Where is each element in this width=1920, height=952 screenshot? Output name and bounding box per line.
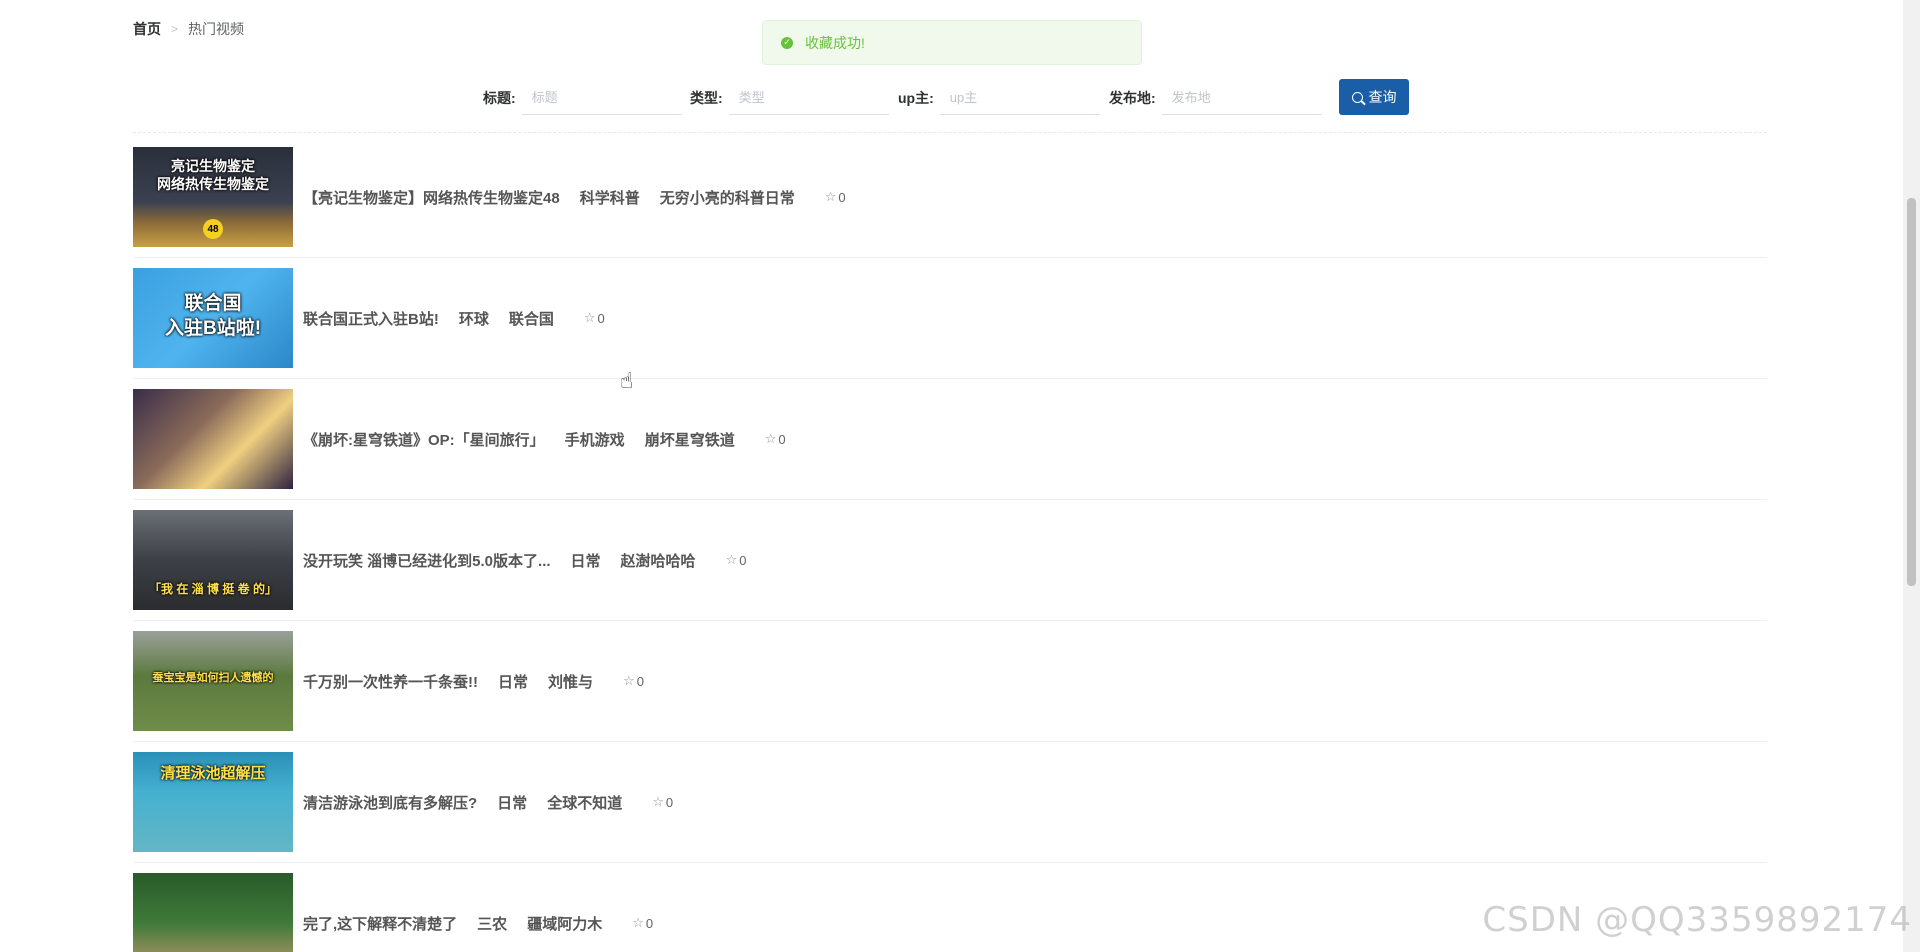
breadcrumb-home[interactable]: 首页 <box>133 19 161 39</box>
video-thumbnail[interactable] <box>133 873 293 952</box>
video-meta: 【亮记生物鉴定】网络热传生物鉴定48 科学科普 无穷小亮的科普日常 ☆ 0 <box>303 187 846 208</box>
video-title[interactable]: 千万别一次性养一千条蚕!! <box>303 671 478 692</box>
title-label: 标题: <box>483 90 516 106</box>
favorite-count: 0 <box>739 552 747 568</box>
type-field: 类型: <box>690 79 889 117</box>
video-type: 手机游戏 <box>564 431 625 449</box>
star-icon: ☆ <box>583 310 596 325</box>
hand-cursor-icon: ☝ <box>620 368 634 393</box>
favorite-count: 0 <box>838 189 846 205</box>
place-input[interactable] <box>1161 81 1322 115</box>
favorite-button[interactable]: ☆ 0 <box>652 794 673 810</box>
video-uploader: 刘惟与 <box>548 673 594 691</box>
thumbnail-caption: 「我 在 淄 博 挺 卷 的」 <box>148 582 277 596</box>
video-title[interactable]: 完了,这下解释不清楚了 <box>303 913 457 934</box>
star-icon: ☆ <box>725 552 738 567</box>
divider <box>133 132 1767 133</box>
breadcrumb-current: 热门视频 <box>188 21 245 37</box>
title-field: 标题: <box>483 79 682 117</box>
favorite-button[interactable]: ☆ 0 <box>825 189 846 205</box>
video-meta: 联合国正式入驻B站! 环球 联合国 ☆ 0 <box>303 308 605 329</box>
video-thumbnail[interactable]: 清理泳池超解压 <box>133 752 293 852</box>
breadcrumb: 首页 > 热门视频 <box>133 19 244 39</box>
query-button-label: 查询 <box>1368 89 1397 105</box>
up-label: up主: <box>898 90 934 106</box>
video-type: 日常 <box>498 673 529 691</box>
video-meta: 《崩坏:星穹铁道》OP:「星间旅行」 手机游戏 崩坏星穹铁道 ☆ 0 <box>303 429 786 450</box>
video-uploader: 崩坏星穹铁道 <box>644 431 735 449</box>
video-title[interactable]: 没开玩笑 淄博已经进化到5.0版本了... <box>303 550 551 571</box>
star-icon: ☆ <box>652 794 664 809</box>
up-input[interactable] <box>939 81 1100 115</box>
video-uploader: 联合国 <box>508 310 554 328</box>
favorite-button[interactable]: ☆ 0 <box>623 673 644 689</box>
video-meta: 千万别一次性养一千条蚕!! 日常 刘惟与 ☆ 0 <box>303 671 644 692</box>
title-input[interactable] <box>521 81 682 115</box>
type-input[interactable] <box>728 81 889 115</box>
video-list: 亮记生物鉴定 网络热传生物鉴定 48 【亮记生物鉴定】网络热传生物鉴定48 科学科… <box>133 137 1767 952</box>
video-thumbnail[interactable]: 蚕宝宝是如何扫人遗憾的 <box>133 631 293 731</box>
scrollbar-thumb[interactable] <box>1907 198 1916 586</box>
video-type: 三农 <box>477 915 508 933</box>
page: 首页 > 热门视频 ✓ 收藏成功! 标题: 类型: up主: 发布地: 查询 <box>0 0 1920 952</box>
star-icon: ☆ <box>824 189 837 204</box>
vertical-scrollbar[interactable] <box>1903 0 1920 952</box>
thumbnail-caption: 亮记生物鉴定 网络热传生物鉴定 <box>157 158 269 193</box>
video-uploader: 全球不知道 <box>547 794 623 812</box>
favorite-count: 0 <box>597 310 605 326</box>
video-uploader: 赵澍哈哈哈 <box>620 552 696 570</box>
video-type: 日常 <box>570 552 601 570</box>
video-thumbnail[interactable]: 联合国 入驻B站啦! <box>133 268 293 368</box>
video-thumbnail[interactable]: 「我 在 淄 博 挺 卷 的」 <box>133 510 293 610</box>
type-label: 类型: <box>690 90 723 106</box>
favorite-count: 0 <box>778 431 786 447</box>
favorite-button[interactable]: ☆ 0 <box>632 915 653 931</box>
video-title[interactable]: 【亮记生物鉴定】网络热传生物鉴定48 <box>303 187 560 208</box>
watermark: CSDN @QQ3359892174 <box>1482 900 1912 940</box>
video-title[interactable]: 清洁游泳池到底有多解压? <box>303 792 477 813</box>
list-item[interactable]: 清理泳池超解压 清洁游泳池到底有多解压? 日常 全球不知道 ☆ 0 <box>133 742 1767 863</box>
toast-message: 收藏成功! <box>805 34 865 51</box>
video-thumbnail[interactable]: 亮记生物鉴定 网络热传生物鉴定 48 <box>133 147 293 247</box>
list-item[interactable]: 《崩坏:星穹铁道》OP:「星间旅行」 手机游戏 崩坏星穹铁道 ☆ 0 <box>133 379 1767 500</box>
thumbnail-caption: 联合国 入驻B站啦! <box>164 293 262 339</box>
favorite-button[interactable]: ☆ 0 <box>584 310 605 326</box>
video-type: 环球 <box>458 310 489 328</box>
video-thumbnail[interactable] <box>133 389 293 489</box>
success-toast: ✓ 收藏成功! <box>762 20 1142 65</box>
favorite-count: 0 <box>645 915 654 931</box>
video-meta: 清洁游泳池到底有多解压? 日常 全球不知道 ☆ 0 <box>303 792 673 813</box>
video-meta: 没开玩笑 淄博已经进化到5.0版本了... 日常 赵澍哈哈哈 ☆ 0 <box>303 550 746 571</box>
search-form: 标题: 类型: up主: 发布地: 查询 <box>0 79 1920 117</box>
favorite-count: 0 <box>665 794 674 810</box>
favorite-button[interactable]: ☆ 0 <box>765 431 786 447</box>
breadcrumb-separator: > <box>171 22 179 36</box>
video-type: 科学科普 <box>579 189 640 207</box>
place-label: 发布地: <box>1109 90 1156 106</box>
list-item[interactable]: 亮记生物鉴定 网络热传生物鉴定 48 【亮记生物鉴定】网络热传生物鉴定48 科学科… <box>133 137 1767 258</box>
star-icon: ☆ <box>764 431 777 446</box>
star-icon: ☆ <box>632 915 644 930</box>
list-item[interactable]: 联合国 入驻B站啦! 联合国正式入驻B站! 环球 联合国 ☆ 0 <box>133 258 1767 379</box>
list-item[interactable]: 「我 在 淄 博 挺 卷 的」 没开玩笑 淄博已经进化到5.0版本了... 日常… <box>133 500 1767 621</box>
thumbnail-caption: 清理泳池超解压 <box>160 765 266 782</box>
video-uploader: 无穷小亮的科普日常 <box>659 189 795 207</box>
place-field: 发布地: <box>1109 79 1322 117</box>
query-button[interactable]: 查询 <box>1339 79 1409 115</box>
favorite-count: 0 <box>636 673 644 689</box>
video-title[interactable]: 《崩坏:星穹铁道》OP:「星间旅行」 <box>303 429 545 450</box>
star-icon: ☆ <box>623 673 635 688</box>
up-field: up主: <box>898 79 1100 117</box>
video-title[interactable]: 联合国正式入驻B站! <box>303 308 439 329</box>
search-icon <box>1351 91 1363 103</box>
thumbnail-badge: 48 <box>203 219 223 239</box>
video-uploader: 疆域阿力木 <box>527 915 603 933</box>
list-item[interactable]: 蚕宝宝是如何扫人遗憾的 千万别一次性养一千条蚕!! 日常 刘惟与 ☆ 0 <box>133 621 1767 742</box>
favorite-button[interactable]: ☆ 0 <box>726 552 747 568</box>
video-meta: 完了,这下解释不清楚了 三农 疆域阿力木 ☆ 0 <box>303 913 653 934</box>
video-type: 日常 <box>497 794 528 812</box>
check-circle-icon: ✓ <box>781 36 793 49</box>
thumbnail-caption: 蚕宝宝是如何扫人遗憾的 <box>152 672 274 684</box>
